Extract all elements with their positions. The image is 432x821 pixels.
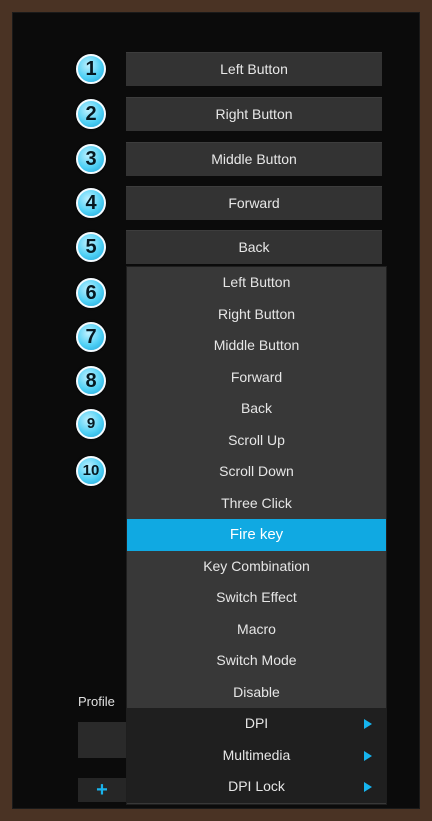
submenu-dpi[interactable]: DPI — [127, 708, 386, 740]
arrow-right-icon — [364, 782, 372, 792]
menu-item-scroll-down[interactable]: Scroll Down — [127, 456, 386, 488]
assign-button-1[interactable]: Left Button — [126, 52, 382, 86]
submenu-dpi-lock[interactable]: DPI Lock — [127, 771, 386, 803]
menu-item-switch-mode[interactable]: Switch Mode — [127, 645, 386, 677]
button-row-4: 4 Forward — [12, 186, 420, 222]
button-row-2: 2 Right Button — [12, 97, 420, 133]
menu-item-key-combination[interactable]: Key Combination — [127, 551, 386, 583]
submenu-multimedia[interactable]: Multimedia — [127, 739, 386, 771]
button-row-1: 1 Left Button — [12, 52, 420, 88]
button-number-badge: 6 — [76, 278, 106, 308]
assign-button-4[interactable]: Forward — [126, 186, 382, 220]
assign-button-3[interactable]: Middle Button — [126, 142, 382, 176]
submenu-label: DPI Lock — [228, 778, 285, 794]
button-number-badge: 8 — [76, 366, 106, 396]
button-number-badge: 5 — [76, 232, 106, 262]
button-assignment-panel: 1 Left Button 2 Right Button 3 Middle Bu… — [12, 12, 420, 809]
button-row-5: 5 Back — [12, 230, 420, 266]
profile-selector[interactable] — [78, 722, 126, 758]
arrow-right-icon — [364, 719, 372, 729]
menu-item-left-button[interactable]: Left Button — [127, 267, 386, 299]
menu-item-switch-effect[interactable]: Switch Effect — [127, 582, 386, 614]
button-number-badge: 3 — [76, 144, 106, 174]
menu-item-fire-key[interactable]: Fire key — [127, 519, 386, 551]
assign-button-2[interactable]: Right Button — [126, 97, 382, 131]
submenu-label: Multimedia — [222, 746, 291, 763]
menu-item-forward[interactable]: Forward — [127, 362, 386, 394]
menu-item-scroll-up[interactable]: Scroll Up — [127, 425, 386, 457]
button-number-badge: 10 — [76, 456, 106, 486]
menu-item-three-click[interactable]: Three Click — [127, 488, 386, 520]
arrow-right-icon — [364, 750, 372, 761]
menu-item-right-button[interactable]: Right Button — [127, 299, 386, 331]
button-number-badge: 7 — [76, 322, 106, 352]
menu-item-macro[interactable]: Macro — [127, 614, 386, 646]
submenu-label: DPI — [244, 715, 269, 731]
add-profile-button[interactable]: + — [78, 778, 126, 802]
menu-item-middle-button[interactable]: Middle Button — [127, 330, 386, 362]
menu-item-back[interactable]: Back — [127, 393, 386, 425]
assign-button-5[interactable]: Back — [126, 230, 382, 264]
menu-item-disable[interactable]: Disable — [127, 677, 386, 709]
assignment-dropdown-menu: Left Button Right Button Middle Button F… — [126, 266, 387, 805]
button-number-badge: 1 — [76, 54, 106, 84]
button-number-badge: 9 — [76, 409, 106, 439]
profile-label: Profile — [78, 694, 115, 709]
button-row-3: 3 Middle Button — [12, 142, 420, 178]
button-number-badge: 2 — [76, 99, 106, 129]
button-number-badge: 4 — [76, 188, 106, 218]
plus-icon: + — [96, 779, 108, 801]
